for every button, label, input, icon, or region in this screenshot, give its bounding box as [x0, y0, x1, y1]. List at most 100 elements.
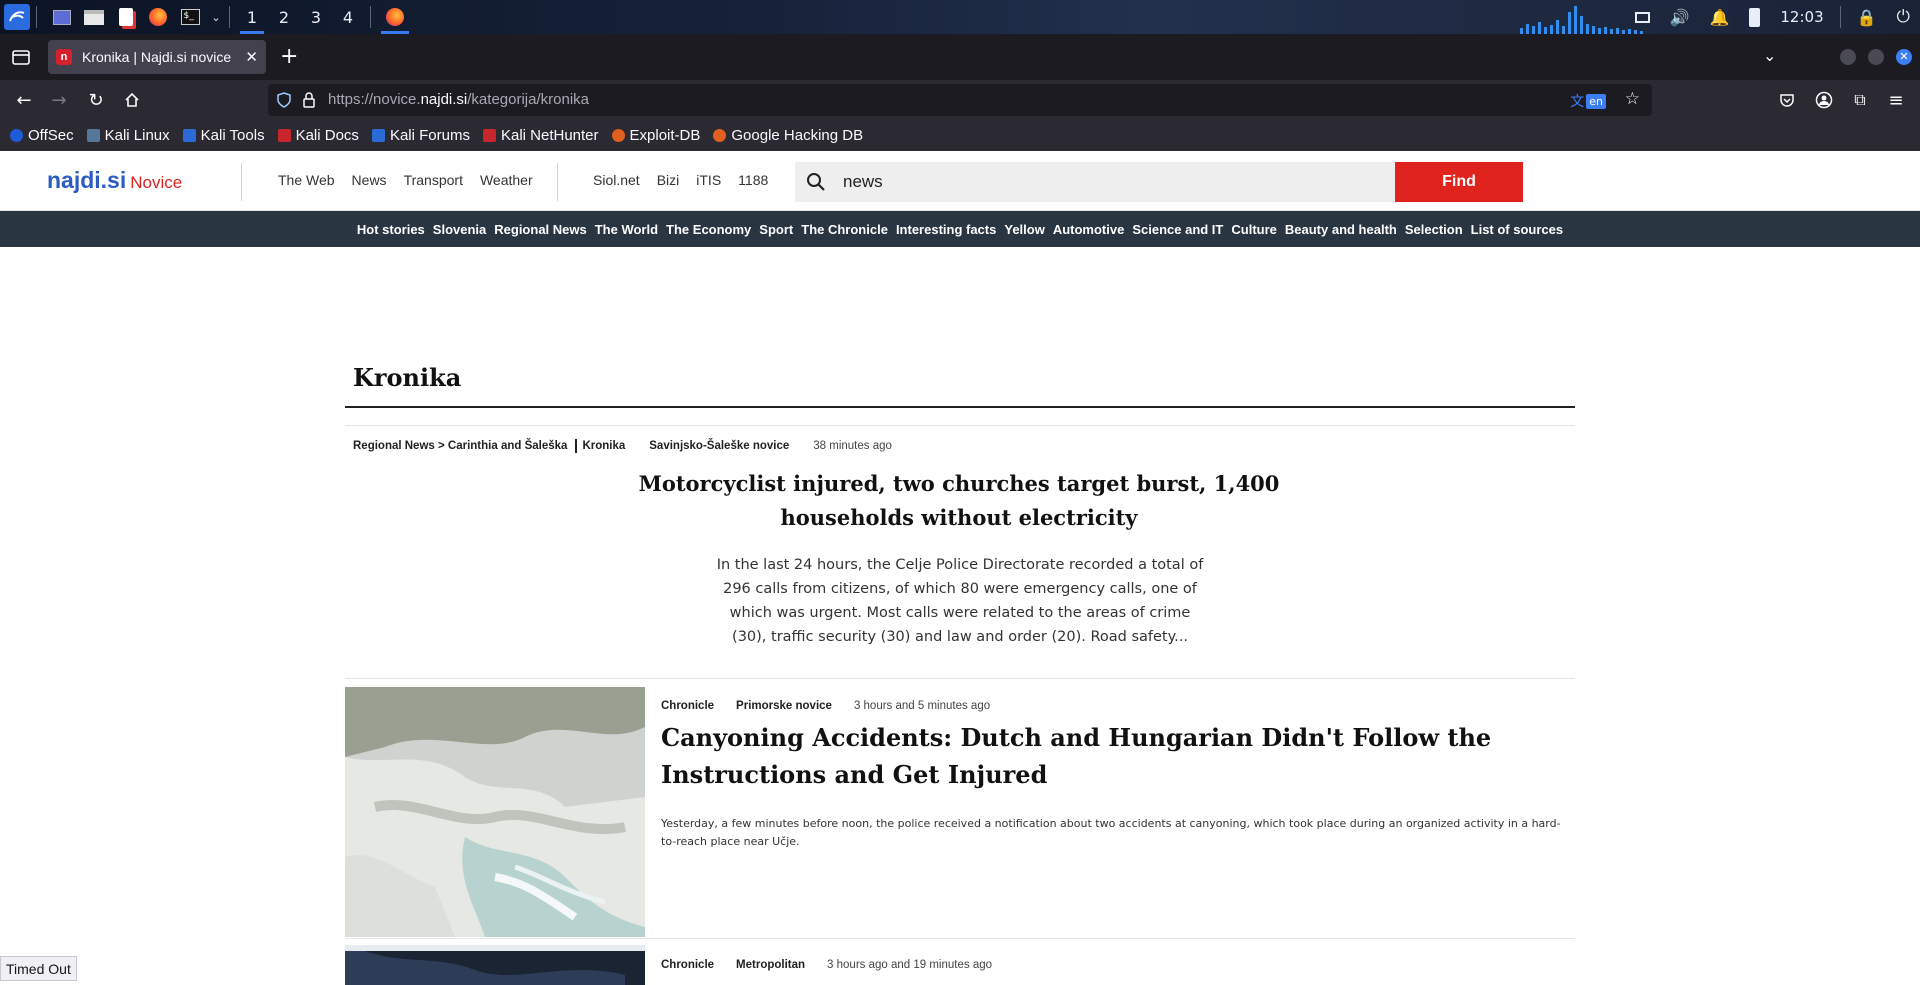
najdi-logo[interactable]: najdi.si Novice [47, 167, 182, 194]
cat-list-of-sources[interactable]: List of sources [1471, 222, 1563, 237]
clock[interactable]: 12:03 [1780, 8, 1823, 26]
story-category[interactable]: Chronicle [661, 700, 714, 712]
text-editor-icon[interactable] [113, 4, 139, 30]
pocket-icon[interactable] [1775, 88, 1799, 112]
taskbar-separator [229, 6, 230, 28]
close-window-icon[interactable]: ✕ [1896, 49, 1912, 65]
story-source[interactable]: Primorske novice [736, 700, 832, 712]
bookmark-kali-forums[interactable]: Kali Forums [371, 127, 470, 144]
offsec-icon [10, 129, 23, 142]
cat-hot-stories[interactable]: Hot stories [357, 222, 425, 237]
link-news[interactable]: News [352, 172, 387, 188]
hamburger-menu-icon[interactable]: ≡ [1884, 88, 1908, 112]
back-arrow-icon[interactable]: ← [12, 88, 36, 112]
cat-regional-news[interactable]: Regional News [494, 222, 586, 237]
firefox-window-button[interactable] [377, 0, 413, 34]
link-itis[interactable]: iTIS [696, 172, 721, 188]
bookmark-kali-nethunter[interactable]: Kali NetHunter [482, 127, 599, 144]
cat-sport[interactable]: Sport [759, 222, 793, 237]
extensions-icon[interactable]: ⧉ [1848, 88, 1872, 112]
display-icon[interactable] [1634, 11, 1650, 23]
chevron-down-icon[interactable]: ⌄ [209, 4, 223, 30]
padlock-icon[interactable] [302, 92, 316, 108]
url-bar[interactable]: https://novice.najdi.si/kategorija/kroni… [268, 84, 1652, 116]
cat-yellow[interactable]: Yellow [1004, 222, 1044, 237]
story-source[interactable]: Metropolitan [736, 959, 805, 971]
tab-list-icon[interactable] [10, 46, 32, 68]
close-tab-icon[interactable]: ✕ [245, 48, 258, 66]
lead-category[interactable]: Kronika [582, 440, 625, 452]
cat-culture[interactable]: Culture [1231, 222, 1277, 237]
workspace-1[interactable]: 1 [236, 0, 268, 34]
minimize-window-icon[interactable] [1840, 49, 1856, 65]
cat-selection[interactable]: Selection [1405, 222, 1463, 237]
secondary-links: Siol.net Bizi iTIS 1188 [593, 172, 785, 188]
tracking-protection-shield-icon[interactable] [276, 92, 292, 108]
bookmark-kali-docs[interactable]: Kali Docs [277, 127, 359, 144]
new-tab-icon[interactable]: + [280, 46, 298, 68]
workspace-2[interactable]: 2 [268, 0, 300, 34]
account-icon[interactable] [1812, 88, 1836, 112]
lead-source[interactable]: Savinjsko-Šaleške novice [649, 440, 789, 452]
cat-science-it[interactable]: Science and IT [1132, 222, 1223, 237]
notification-bell-icon[interactable]: 🔔 [1709, 8, 1729, 27]
story-time: 3 hours and 5 minutes ago [853, 700, 991, 712]
find-button[interactable]: Find [1395, 162, 1523, 202]
story-meta: Chronicle Metropolitan 3 hours ago and 1… [661, 959, 992, 971]
najdi-favicon-icon: n [56, 49, 72, 65]
bookmark-kali-tools[interactable]: Kali Tools [182, 127, 265, 144]
cat-automotive[interactable]: Automotive [1053, 222, 1125, 237]
divider [345, 678, 1575, 679]
story-photo [345, 945, 645, 985]
home-icon[interactable] [120, 88, 144, 112]
power-icon[interactable]: ⏻ [1897, 7, 1910, 27]
browser-tab-active[interactable]: n Kronika | Najdi.si novice ✕ [48, 40, 266, 74]
story-headline[interactable]: Canyoning Accidents: Dutch and Hungarian… [661, 719, 1571, 793]
link-bizi[interactable]: Bizi [657, 172, 680, 188]
cat-beauty-health[interactable]: Beauty and health [1285, 222, 1397, 237]
cat-the-chronicle[interactable]: The Chronicle [801, 222, 888, 237]
desktop-icon[interactable] [49, 4, 75, 30]
bookmarks-bar: OffSec Kali Linux Kali Tools Kali Docs K… [0, 120, 1920, 151]
story-category[interactable]: Chronicle [661, 959, 714, 971]
workspace-4[interactable]: 4 [332, 0, 364, 34]
header-divider [241, 163, 242, 201]
bookmark-star-icon[interactable]: ☆ [1625, 89, 1640, 109]
divider [345, 425, 1575, 426]
taskbar-separator [1839, 6, 1841, 28]
bookmark-google-hacking-db[interactable]: Google Hacking DB [713, 127, 863, 144]
bookmark-kali-linux[interactable]: Kali Linux [86, 127, 170, 144]
volume-icon[interactable]: 🔊 [1670, 8, 1690, 27]
bookmark-offsec[interactable]: OffSec [10, 127, 74, 144]
cat-interesting-facts[interactable]: Interesting facts [896, 222, 996, 237]
workspace-3[interactable]: 3 [300, 0, 332, 34]
link-the-web[interactable]: The Web [278, 172, 335, 188]
lead-headline[interactable]: Motorcyclist injured, two churches targe… [609, 467, 1309, 535]
maximize-window-icon[interactable] [1868, 49, 1884, 65]
link-weather[interactable]: Weather [480, 172, 533, 188]
lock-icon[interactable]: 🔒 [1857, 8, 1877, 27]
story-image[interactable] [345, 687, 645, 937]
battery-icon[interactable] [1749, 7, 1761, 27]
nethunter-icon [482, 129, 496, 142]
terminal-icon[interactable]: $_ [177, 4, 203, 30]
cat-the-economy[interactable]: The Economy [666, 222, 751, 237]
story-image[interactable] [345, 945, 645, 985]
cat-the-world[interactable]: The World [595, 222, 658, 237]
cat-slovenia[interactable]: Slovenia [433, 222, 486, 237]
reload-icon[interactable]: ↻ [84, 88, 108, 112]
link-transport[interactable]: Transport [404, 172, 463, 188]
link-siol[interactable]: Siol.net [593, 172, 640, 188]
taskbar-separator [370, 6, 371, 28]
url-text[interactable]: https://novice.najdi.si/kategorija/kroni… [328, 91, 589, 108]
forward-arrow-icon[interactable]: → [47, 88, 71, 112]
bookmark-exploit-db[interactable]: Exploit-DB [611, 127, 700, 144]
translate-button[interactable]: 文 en [1570, 91, 1606, 111]
firefox-launcher-icon[interactable] [145, 4, 171, 30]
search-input[interactable] [843, 162, 1383, 202]
link-1188[interactable]: 1188 [738, 172, 768, 188]
lead-breadcrumb[interactable]: Regional News > Carinthia and Šaleška [353, 440, 567, 452]
list-all-tabs-icon[interactable]: ⌄ [1763, 46, 1776, 65]
file-manager-icon[interactable] [81, 4, 107, 30]
kali-menu-icon[interactable] [4, 4, 30, 30]
